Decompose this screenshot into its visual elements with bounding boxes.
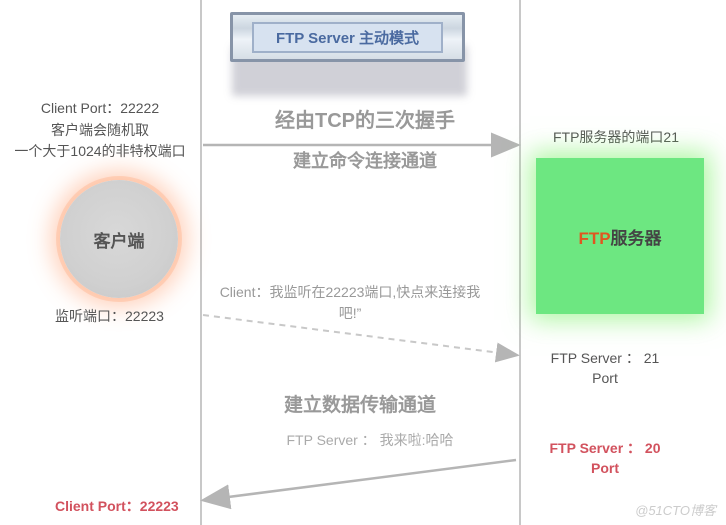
server-port-description: FTP服务器的端口21 [536,127,696,147]
port20-line1: FTP Server ： 20 [535,438,675,458]
data-channel-label: 建立数据传输通道 [220,390,500,417]
server-message: FTP Server ： 我来啦:哈哈 [240,430,500,450]
port21-line1: FTP Server ： 21 [535,348,675,368]
title-box: FTP Server 主动模式 [230,12,465,62]
port21-line2: Port [535,368,675,388]
client-label: 客户端 [94,227,145,252]
client-desc-1: 客户端会随机取 [0,120,200,142]
tcp-handshake-label: 经由TCP的三次握手 [230,104,500,133]
command-channel-label: 建立命令连接通道 [230,147,500,173]
client-node: 客户端 [60,180,178,298]
client-port-bottom: Client Port：22223 [55,496,179,516]
server-port-20: FTP Server ： 20 Port [535,438,675,479]
watermark: @51CTO博客 [635,500,716,519]
diagram-title: FTP Server 主动模式 [252,22,443,53]
ftp-active-mode-diagram: FTP Server 主动模式 Client Port：22222 客户端会随机… [0,0,726,525]
client-listen-port: 监听端口：22223 [55,306,164,326]
client-port-description: Client Port：22222 客户端会随机取 一个大于1024的非特权端口 [0,98,200,163]
server-ftp-text: FTP [578,229,610,248]
client-desc-2: 一个大于1024的非特权端口 [0,141,200,163]
client-port-line: Client Port：22222 [0,98,200,120]
server-label: 服务器 [611,229,662,248]
client-message: Client：我监听在22223端口,快点来连接我吧!” [210,282,490,324]
server-node: FTP服务器 [536,158,704,314]
port20-line2: Port [535,458,675,478]
server-port-21: FTP Server ： 21 Port [535,348,675,389]
